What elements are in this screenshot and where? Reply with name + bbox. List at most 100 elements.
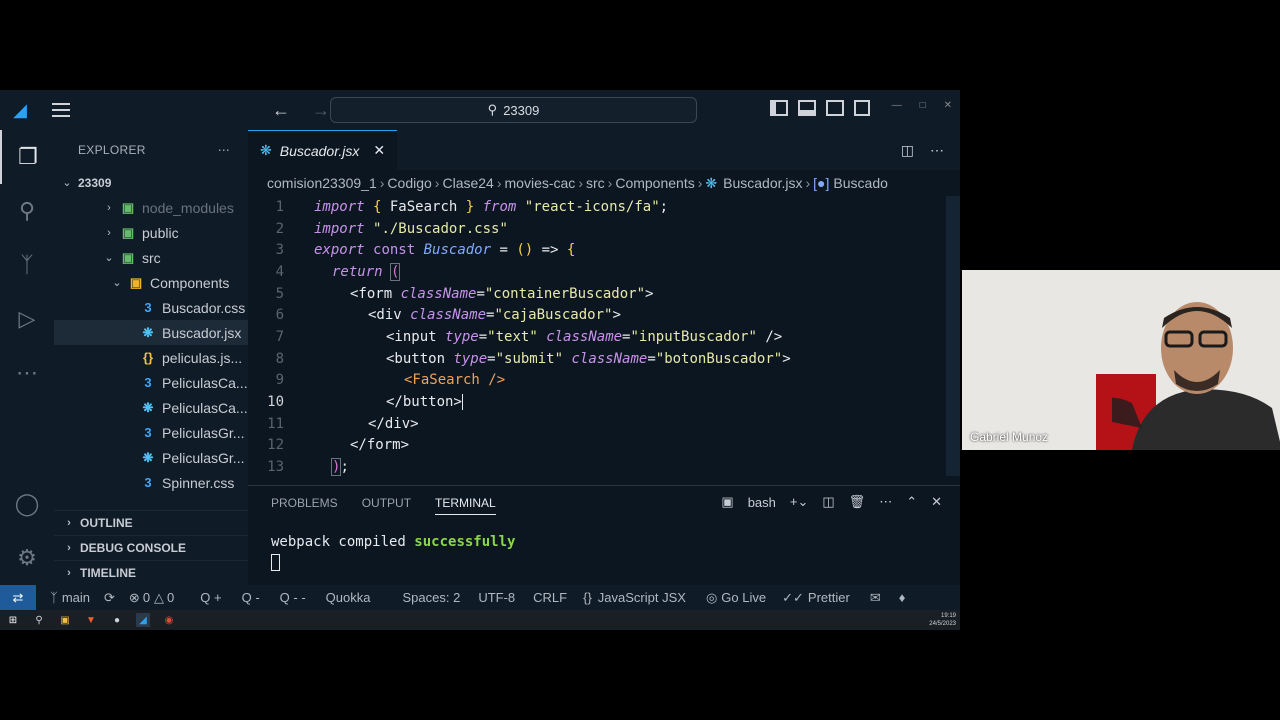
explorer-files-icon[interactable]: ❐ <box>0 130 54 184</box>
command-center-search[interactable]: ⚲ 23309 <box>330 97 697 123</box>
breadcrumb-item[interactable]: Clase24 <box>442 175 493 191</box>
errors-count[interactable]: 0 <box>143 590 150 605</box>
tab-output[interactable]: OUTPUT <box>362 496 411 510</box>
line-number: 8 <box>275 350 284 367</box>
terminal-output[interactable]: webpack compiled successfully <box>248 520 960 572</box>
go-live[interactable]: Go Live <box>721 590 766 605</box>
tree-item-file[interactable]: ❋ PeliculasCa... <box>54 395 248 420</box>
breadcrumb-item[interactable]: Buscador.jsx <box>723 175 802 191</box>
code-line: 13); <box>248 456 960 478</box>
maximize-icon[interactable]: □ <box>920 100 926 111</box>
toggle-secondary-sidebar-icon[interactable] <box>826 100 844 116</box>
line-endings[interactable]: CRLF <box>533 590 567 605</box>
menu-icon[interactable] <box>52 103 70 117</box>
root-folder[interactable]: ⌄ 23309 <box>54 170 248 195</box>
code-editor[interactable]: 1 import { FaSearch } from "react-icons/f… <box>248 196 960 478</box>
shell-name[interactable]: bash <box>748 495 776 510</box>
tab-terminal[interactable]: TERMINAL <box>435 491 496 515</box>
remote-indicator-icon[interactable]: ⇄ <box>0 585 36 610</box>
quokka-q3[interactable]: Q - - <box>280 590 306 605</box>
tree-item-src[interactable]: ⌄ ▣ src <box>54 245 248 270</box>
chevron-right-icon: › <box>67 567 71 579</box>
code-line: 11 </div> <box>248 413 960 435</box>
tab-buscador-jsx[interactable]: ❋ Buscador.jsx ✕ <box>248 130 398 170</box>
close-window-icon[interactable]: ✕ <box>944 100 952 111</box>
editor-scrollbar[interactable] <box>946 196 960 476</box>
customize-layout-icon[interactable] <box>854 100 870 116</box>
tree-item-public[interactable]: › ▣ public <box>54 220 248 245</box>
react-file-icon: ❋ <box>260 142 272 158</box>
outline-section[interactable]: › OUTLINE <box>54 510 248 535</box>
close-panel-icon[interactable]: ✕ <box>931 494 942 510</box>
tab-problems[interactable]: PROBLEMS <box>271 496 338 510</box>
tree-item-components[interactable]: ⌄ ▣ Components <box>54 270 248 295</box>
broadcast-icon: ◎ <box>705 589 718 605</box>
line-number: 7 <box>275 328 284 345</box>
system-clock[interactable]: 19:19 24/5/2023 <box>929 612 956 628</box>
file-explorer-icon[interactable]: ▣ <box>58 613 72 627</box>
react-file-icon: ❋ <box>705 174 718 191</box>
breadcrumb-item[interactable]: Codigo <box>387 175 431 191</box>
breadcrumb-item[interactable]: Components <box>615 175 694 191</box>
toggle-primary-sidebar-icon[interactable] <box>770 100 788 116</box>
timeline-section[interactable]: › TIMELINE <box>54 560 248 585</box>
feedback-icon[interactable]: ✉ <box>870 590 881 606</box>
branch-icon: ᛉ <box>50 590 58 605</box>
settings-gear-icon[interactable]: ⚙ <box>0 531 54 585</box>
accounts-icon[interactable]: ◯ <box>0 477 54 531</box>
more-actions-icon[interactable]: ⋯ <box>218 143 230 157</box>
line-number: 4 <box>275 263 284 280</box>
tree-item-file[interactable]: ❋ PeliculasGr... <box>54 445 248 470</box>
quokka-q2[interactable]: Q - <box>242 590 260 605</box>
presenter-video <box>1112 302 1280 450</box>
indentation[interactable]: Spaces: 2 <box>402 590 460 605</box>
minimize-icon[interactable]: — <box>892 100 902 111</box>
line-number: 1 <box>275 198 284 215</box>
encoding[interactable]: UTF-8 <box>478 590 515 605</box>
tree-item-file[interactable]: 3 PeliculasGr... <box>54 420 248 445</box>
tree-item-file[interactable]: 3 PeliculasCa... <box>54 370 248 395</box>
debug-console-section[interactable]: › DEBUG CONSOLE <box>54 535 248 560</box>
warnings-count[interactable]: 0 <box>167 590 174 605</box>
chrome-icon[interactable]: ◉ <box>162 613 176 627</box>
tree-item-label: Components <box>150 274 230 291</box>
toggle-panel-icon[interactable] <box>798 100 816 116</box>
tree-item-file[interactable]: 3 Buscador.css <box>54 295 248 320</box>
more-icon[interactable]: ⋯ <box>879 494 892 510</box>
quokka-q1[interactable]: Q + <box>200 590 221 605</box>
search-icon[interactable]: ⚲ <box>32 613 46 627</box>
new-terminal-icon[interactable]: +⌄ <box>790 494 808 510</box>
sync-icon[interactable]: ⟳ <box>104 590 115 606</box>
bottom-panel: PROBLEMS OUTPUT TERMINAL ▣ bash +⌄ ◫ 🗑 ⋯… <box>248 485 960 585</box>
breadcrumb-item[interactable]: comision23309_1 <box>267 175 377 191</box>
language-mode[interactable]: JavaScript JSX <box>598 590 686 605</box>
split-terminal-icon[interactable]: ◫ <box>822 494 834 510</box>
kill-terminal-icon[interactable]: 🗑 <box>849 494 866 510</box>
close-tab-icon[interactable]: ✕ <box>373 142 385 159</box>
notifications-bell-icon[interactable]: ♦ <box>899 590 906 605</box>
source-control-icon[interactable]: ᛉ <box>0 238 54 292</box>
tree-item-node-modules[interactable]: › ▣ node_modules <box>54 195 248 220</box>
branch-name[interactable]: main <box>62 590 90 605</box>
prettier[interactable]: Prettier <box>808 590 850 605</box>
brave-browser-icon[interactable]: ▼ <box>84 613 98 627</box>
tree-item-file[interactable]: {} peliculas.js... <box>54 345 248 370</box>
vscode-window: ◢ ← → ⚲ 23309 — □ ✕ ❐ ⚲ ᛉ ▷ ⋯ ◯ ⚙ EXPLOR… <box>0 90 960 630</box>
quokka-label[interactable]: Quokka <box>326 590 371 605</box>
breadcrumb-item[interactable]: src <box>586 175 605 191</box>
css-file-icon: 3 <box>144 375 152 390</box>
tree-item-file-selected[interactable]: ❋ Buscador.jsx <box>54 320 248 345</box>
more-views-icon[interactable]: ⋯ <box>0 346 54 400</box>
search-view-icon[interactable]: ⚲ <box>0 184 54 238</box>
back-arrow-icon[interactable]: ← <box>266 100 296 121</box>
windows-start-icon[interactable]: ⊞ <box>6 613 20 627</box>
vscode-taskbar-icon[interactable]: ◢ <box>136 613 150 627</box>
editor-more-actions-icon[interactable]: ⋯ <box>930 142 944 159</box>
breadcrumb-item[interactable]: Buscado <box>833 175 887 191</box>
tree-item-file[interactable]: 3 Spinner.css <box>54 470 248 495</box>
maximize-panel-icon[interactable]: ⌃ <box>906 494 917 510</box>
breadcrumb-item[interactable]: movies-cac <box>505 175 576 191</box>
split-editor-icon[interactable]: ◫ <box>901 142 914 159</box>
run-debug-icon[interactable]: ▷ <box>0 292 54 346</box>
github-icon[interactable]: ● <box>110 613 124 627</box>
